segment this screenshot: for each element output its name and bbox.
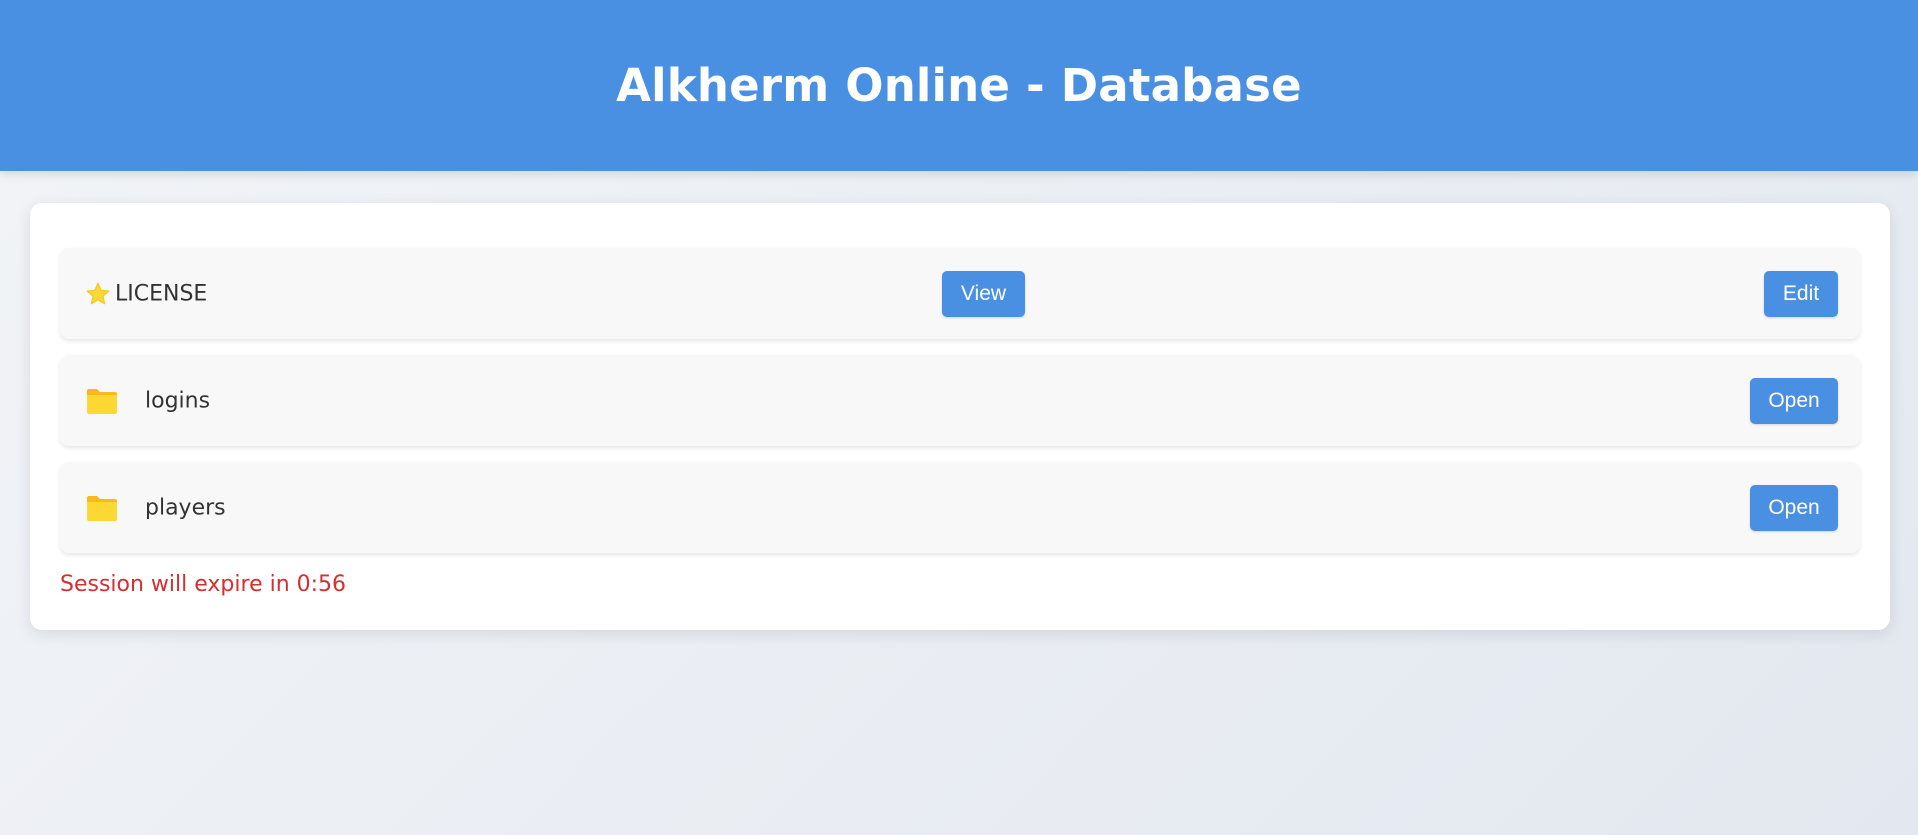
list-item-players: players Open xyxy=(60,462,1860,553)
item-name: logins xyxy=(145,388,211,413)
open-button[interactable]: Open xyxy=(1750,485,1838,531)
edit-button[interactable]: Edit xyxy=(1764,271,1838,317)
session-expiry-message: Session will expire in 0:56 xyxy=(60,572,347,597)
file-list-panel: LICENSE View Edit logins Open players Op… xyxy=(30,203,1890,630)
list-item-logins: logins Open xyxy=(60,355,1860,446)
star-icon xyxy=(86,282,110,304)
view-button[interactable]: View xyxy=(942,271,1025,317)
page-title: Alkherm Online - Database xyxy=(616,59,1302,112)
item-name: players xyxy=(145,495,226,520)
page-header: Alkherm Online - Database xyxy=(0,0,1918,171)
folder-icon xyxy=(87,495,117,521)
open-button[interactable]: Open xyxy=(1750,378,1838,424)
folder-icon xyxy=(87,388,117,414)
list-item-license: LICENSE View Edit xyxy=(60,248,1860,339)
item-name: LICENSE xyxy=(115,281,208,306)
